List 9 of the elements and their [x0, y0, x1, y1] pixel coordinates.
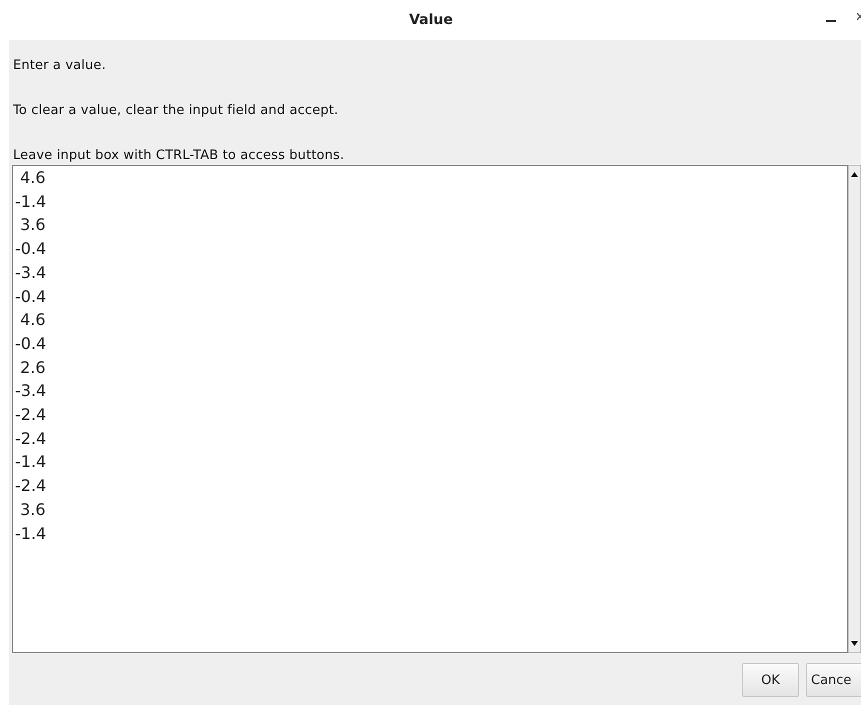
instruction-text: Enter a value. [13, 58, 107, 74]
dialog-button[interactable]: Cance [806, 663, 861, 697]
dialog-button[interactable]: OK [742, 663, 799, 697]
scrollbar[interactable] [848, 165, 861, 653]
instruction-text: Leave input box with CTRL-TAB to access buttons. [13, 148, 346, 164]
input-field[interactable]: 4.6 -1.4 3.6 -0.4 -3.4 -0.4 4.6 -0.4 2.6 -3.4 -2.4 -2.4 -1.4 -2.4 3.6 -1.4 [12, 165, 848, 653]
minimize-icon[interactable] [826, 20, 836, 23]
window-title: Value [409, 12, 453, 28]
instruction-text: To clear a value, clear the input field and accept. [13, 103, 340, 119]
